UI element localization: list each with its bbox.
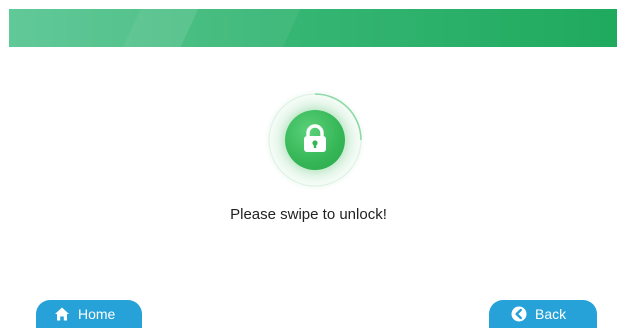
lock-icon [304, 124, 326, 152]
app-screen: y Please swipe to unlock! Home [0, 0, 617, 328]
back-button[interactable]: Back [489, 300, 597, 328]
back-button-label: Back [535, 306, 567, 322]
home-button[interactable]: Home [36, 300, 142, 328]
lock-button[interactable] [285, 110, 345, 170]
home-icon [54, 306, 70, 322]
swipe-unlock-control[interactable] [265, 90, 365, 190]
header-banner [9, 9, 617, 47]
unlock-instruction: Please swipe to unlock! [230, 206, 387, 223]
banner-decoration [108, 9, 310, 47]
back-arrow-icon [511, 306, 527, 322]
home-button-label: Home [78, 306, 116, 322]
